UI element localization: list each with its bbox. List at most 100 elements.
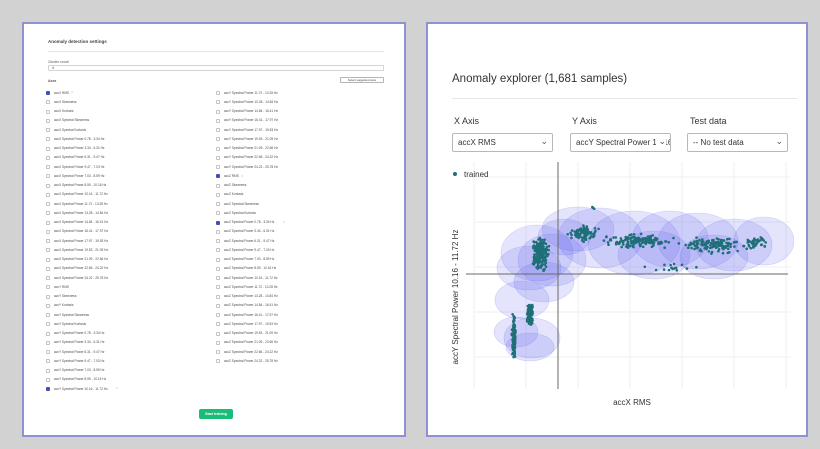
axis-checkbox[interactable] [216, 109, 220, 114]
axis-checkbox[interactable] [216, 192, 220, 197]
axis-checkbox[interactable] [46, 118, 50, 123]
axis-checkbox[interactable] [216, 100, 220, 105]
axis-checkbox[interactable] [46, 322, 50, 327]
axis-option[interactable]: accX RMS ☆ [46, 90, 206, 99]
axis-option[interactable]: accZ Spectral Power 16.41 - 17.97 Hz [216, 312, 376, 321]
axis-option[interactable]: accX Spectral Skewness [46, 118, 206, 127]
axis-option[interactable]: accY RMS [46, 284, 206, 293]
axis-checkbox[interactable] [46, 248, 50, 253]
axis-option[interactable]: accX Spectral Power 8.59 - 10.16 Hz [46, 183, 206, 192]
axis-checkbox[interactable] [46, 174, 50, 179]
axis-checkbox[interactable] [46, 313, 50, 317]
axis-option[interactable]: accX Skewness [46, 99, 206, 108]
axis-option[interactable]: accX Spectral Power 21.09 - 22.66 Hz [46, 257, 206, 266]
axis-option[interactable]: accZ Spectral Power 22.66 - 24.22 Hz [216, 349, 376, 358]
axis-checkbox[interactable] [46, 377, 50, 382]
axis-checkbox[interactable] [216, 313, 220, 317]
axis-option[interactable]: accY Spectral Power 14.84 - 16.41 Hz [216, 109, 376, 118]
axis-option[interactable]: accZ Spectral Power 24.22 - 25.78 Hz [216, 358, 376, 367]
axis-checkbox[interactable] [46, 211, 50, 216]
axis-option[interactable]: accY Skewness [46, 294, 206, 303]
axis-checkbox[interactable] [216, 266, 220, 271]
axis-checkbox[interactable] [216, 174, 220, 179]
axis-checkbox[interactable] [216, 165, 220, 169]
axis-option[interactable]: accY Spectral Power 6.31 - 9.47 Hz [46, 349, 206, 358]
axis-option[interactable]: accY Spectral Power 7.03 - 8.59 Hz [46, 368, 206, 377]
axis-option[interactable]: accY Spectral Power 3.34 - 6.31 Hz [46, 340, 206, 349]
axis-option[interactable]: accZ Spectral Power 17.97 - 19.53 Hz [216, 321, 376, 330]
axis-option[interactable]: accX Spectral Power 10.16 - 11.72 Hz [46, 192, 206, 201]
axis-checkbox[interactable] [46, 239, 50, 243]
axis-option[interactable]: accY Spectral Skewness [46, 312, 206, 321]
axis-checkbox[interactable] [216, 229, 220, 234]
axis-option[interactable]: accZ Spectral Power 3.34 - 6.31 Hz [216, 229, 376, 238]
axis-checkbox[interactable] [216, 118, 220, 123]
axis-checkbox[interactable] [216, 276, 220, 280]
axis-checkbox[interactable] [216, 211, 220, 216]
axis-option[interactable]: accZ Kurtosis [216, 192, 376, 201]
axis-checkbox[interactable] [216, 202, 220, 206]
axis-option[interactable]: accY Spectral Power 22.66 - 24.22 Hz [216, 155, 376, 164]
axis-checkbox[interactable] [46, 331, 50, 336]
axis-checkbox[interactable] [46, 266, 50, 271]
axis-checkbox[interactable] [46, 202, 50, 206]
axis-option[interactable]: accY Spectral Power 24.22 - 25.78 Hz [216, 164, 376, 173]
axis-checkbox[interactable] [216, 248, 220, 253]
axis-checkbox[interactable] [216, 331, 220, 336]
axis-option[interactable]: accX Spectral Power 3.34 - 6.31 Hz [46, 146, 206, 155]
axis-checkbox[interactable] [216, 294, 220, 299]
axis-option[interactable]: accX Spectral Power 17.97 - 19.53 Hz [46, 238, 206, 247]
axis-checkbox[interactable] [46, 276, 50, 280]
axis-checkbox[interactable] [46, 285, 50, 290]
axis-checkbox[interactable] [46, 155, 50, 160]
axis-option[interactable]: accZ Spectral Power 21.09 - 22.66 Hz [216, 340, 376, 349]
axis-option[interactable]: accY Spectral Kurtosis [46, 321, 206, 330]
anomaly-scatter-plot[interactable]: trained accX RMS accY Spectral Power 10.… [444, 157, 794, 412]
axis-option[interactable]: accX Spectral Power 9.47 - 7.03 Hz [46, 164, 206, 173]
axis-checkbox[interactable] [46, 340, 50, 345]
axis-checkbox[interactable] [46, 303, 50, 308]
axis-checkbox[interactable] [46, 368, 50, 373]
axis-checkbox[interactable] [46, 257, 50, 262]
axis-checkbox[interactable] [46, 220, 50, 225]
axis-checkbox[interactable] [46, 137, 50, 142]
axis-option[interactable]: accX Kurtosis [46, 109, 206, 118]
axis-checkbox[interactable] [216, 183, 220, 188]
axis-option[interactable]: accY Spectral Power 0.78 - 3.34 Hz [46, 331, 206, 340]
axis-option[interactable]: accX Spectral Power 24.22 - 25.78 Hz [46, 275, 206, 284]
axis-option[interactable]: accZ Spectral Power 14.84 - 16.41 Hz [216, 303, 376, 312]
axis-option[interactable]: accY Spectral Power 11.72 - 13.28 Hz [216, 90, 376, 99]
axis-checkbox[interactable] [46, 109, 50, 114]
axis-option[interactable]: accZ Spectral Power 9.47 - 7.03 Hz [216, 247, 376, 256]
axis-checkbox[interactable] [216, 303, 220, 308]
axis-option[interactable]: accY Spectral Power 16.41 - 17.97 Hz [216, 118, 376, 127]
axis-checkbox[interactable] [46, 146, 50, 151]
axis-checkbox[interactable] [46, 229, 50, 234]
axis-option[interactable]: accY Spectral Power 19.53 - 21.09 Hz [216, 136, 376, 145]
axis-checkbox[interactable] [216, 285, 220, 290]
axis-option[interactable]: accZ Spectral Power 10.16 - 11.72 Hz [216, 275, 376, 284]
y-axis-select[interactable]: accY Spectral Power 10.16 - 11.72 Hz ⌄ [570, 133, 671, 152]
axis-checkbox[interactable] [216, 137, 220, 142]
axis-option[interactable]: accZ Spectral Power 6.31 - 9.47 Hz [216, 238, 376, 247]
axis-option[interactable]: accX Spectral Power 22.66 - 24.22 Hz [46, 266, 206, 275]
axis-option[interactable]: accZ Spectral Kurtosis [216, 210, 376, 219]
axis-checkbox[interactable] [216, 146, 220, 151]
axis-checkbox[interactable] [216, 239, 220, 243]
axis-option[interactable]: accZ Spectral Power 19.53 - 21.09 Hz [216, 331, 376, 340]
axis-checkbox[interactable] [46, 294, 50, 299]
axis-option[interactable]: accY Spectral Power 10.16 - 11.72 Hz ☆ [46, 386, 206, 395]
axis-checkbox[interactable] [46, 387, 50, 391]
axis-option[interactable]: accZ Spectral Skewness [216, 201, 376, 210]
axis-option[interactable]: accX Spectral Kurtosis [46, 127, 206, 136]
axis-checkbox[interactable] [216, 359, 220, 364]
cluster-count-input[interactable]: 4 [48, 65, 384, 71]
axis-option[interactable]: accZ Spectral Power 8.59 - 10.16 Hz [216, 266, 376, 275]
axis-checkbox[interactable] [216, 91, 220, 95]
axis-checkbox[interactable] [216, 155, 220, 160]
axis-option[interactable]: accZ Skewness [216, 183, 376, 192]
axis-option[interactable]: accX Spectral Power 14.84 - 16.41 Hz [46, 220, 206, 229]
start-training-button[interactable]: Start training [199, 409, 233, 419]
axis-option[interactable]: accX Spectral Power 13.28 - 14.84 Hz [46, 210, 206, 219]
axis-option[interactable]: accZ Spectral Power 7.03 - 8.59 Hz [216, 257, 376, 266]
